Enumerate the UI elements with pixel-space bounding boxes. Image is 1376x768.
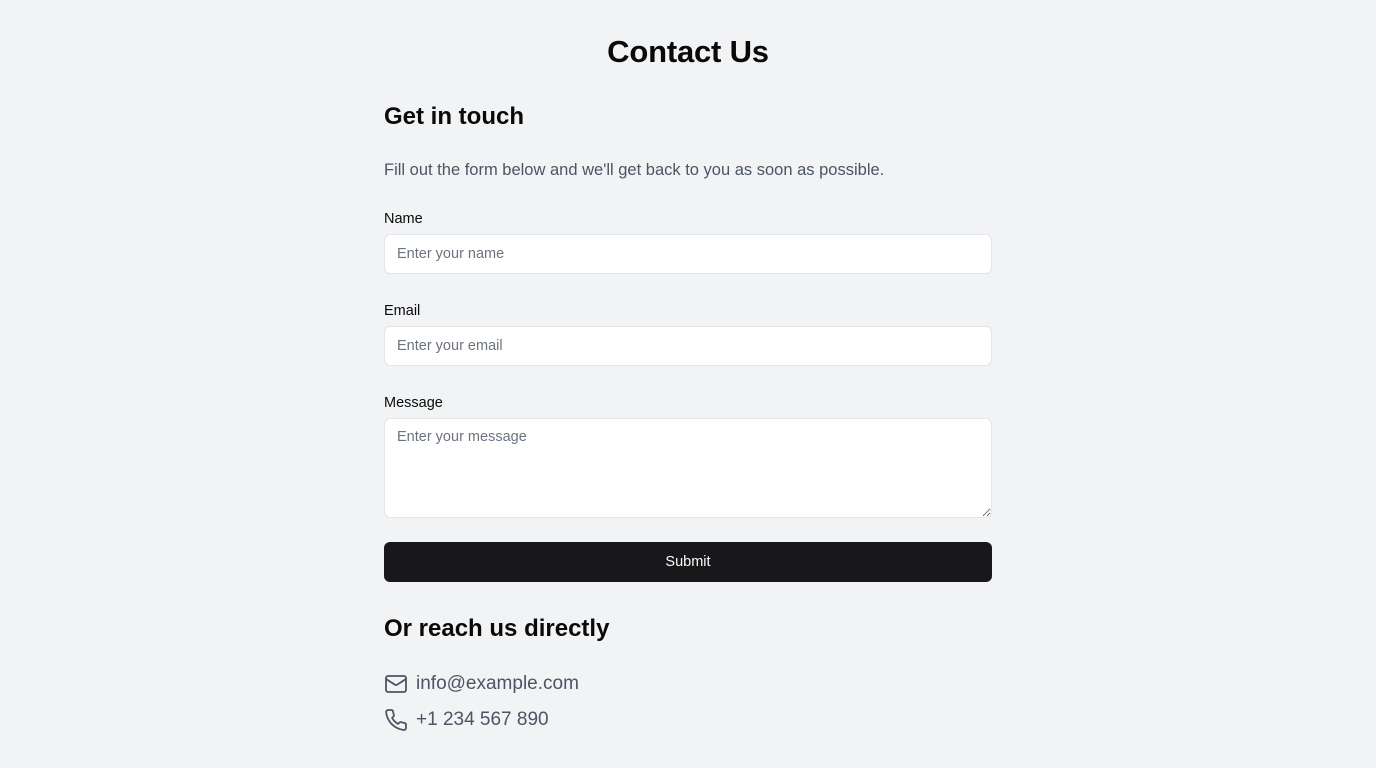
- name-input[interactable]: [384, 234, 992, 274]
- email-label: Email: [384, 303, 421, 319]
- contact-email-text: info@example.com: [416, 673, 579, 694]
- email-input[interactable]: [384, 326, 992, 366]
- get-in-touch-heading: Get in touch: [384, 103, 524, 130]
- page-title: Contact Us: [607, 34, 769, 69]
- reach-us-heading: Or reach us directly: [384, 615, 610, 642]
- intro-text: Fill out the form below and we'll get ba…: [384, 161, 885, 179]
- name-label: Name: [384, 211, 423, 227]
- message-label: Message: [384, 395, 443, 411]
- contact-phone-row: +1 234 567 890: [384, 707, 549, 733]
- contact-email-row: info@example.com: [384, 671, 579, 697]
- submit-button[interactable]: Submit: [384, 542, 992, 582]
- message-textarea[interactable]: [384, 418, 992, 518]
- mail-icon: [384, 672, 408, 696]
- contact-phone-text: +1 234 567 890: [416, 709, 549, 730]
- phone-icon: [384, 708, 408, 732]
